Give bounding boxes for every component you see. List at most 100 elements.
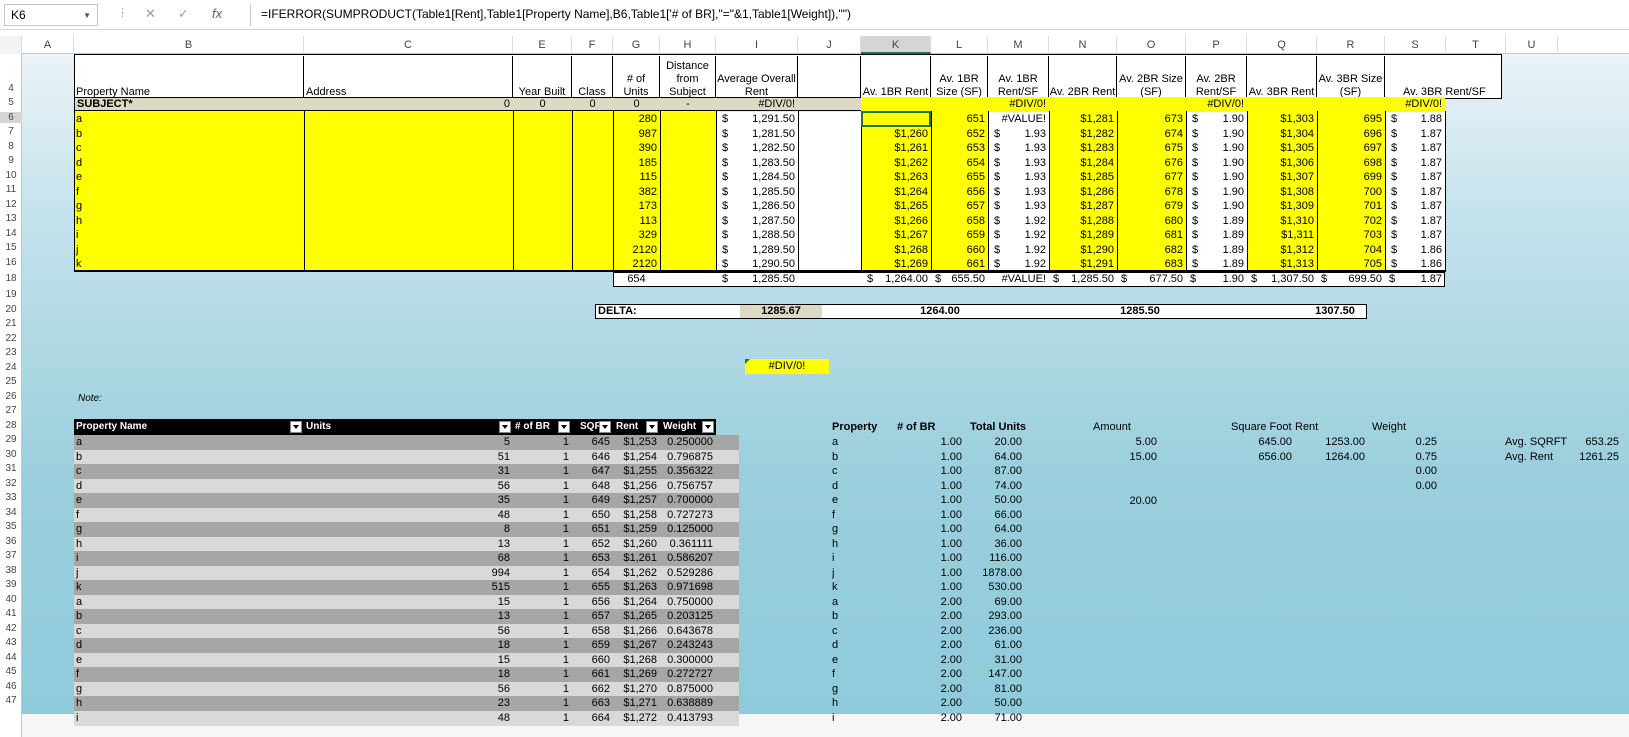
table1-cell[interactable]: j [74, 566, 304, 581]
comp-cell-empty[interactable] [572, 112, 613, 127]
pivot-cell[interactable]: 2.00 [890, 653, 965, 668]
subject-3br-rent-sf[interactable]: #DIV/0! [1385, 97, 1445, 112]
header-units[interactable]: # of Units [613, 56, 660, 99]
table1-cell[interactable]: d [74, 479, 304, 494]
comp-cell-empty[interactable] [572, 170, 613, 185]
comp-cell-r[interactable]: 700 [1317, 184, 1385, 199]
pivot-cell[interactable]: 36.00 [960, 537, 1025, 552]
table1-cell[interactable]: 0.356322 [660, 464, 716, 479]
column-header[interactable]: P [1186, 36, 1247, 54]
calc-weight[interactable]: 0.25 [1380, 435, 1440, 450]
table1-cell[interactable]: i [74, 711, 304, 726]
comp-cell-o[interactable]: 679 [1117, 199, 1186, 214]
comp-cell-empty[interactable] [660, 141, 716, 156]
pivot-cell[interactable]: f [832, 667, 882, 682]
row-header[interactable]: 11 [0, 184, 22, 195]
table1-cell[interactable]: $1,257 [613, 493, 660, 508]
table1-cell[interactable]: 662 [572, 682, 613, 697]
table1-cell[interactable]: 0.875000 [660, 682, 716, 697]
table1-cell[interactable]: 645 [572, 435, 613, 450]
comp-cell-l[interactable]: 653 [931, 141, 988, 156]
comp-cell-k[interactable]: $1,266 [861, 213, 931, 228]
subject-3br[interactable] [1247, 97, 1385, 112]
total-1br-rent-sf[interactable]: #VALUE! [988, 272, 1049, 287]
pivot-cell[interactable]: e [832, 653, 882, 668]
pivot-cell[interactable]: k [832, 580, 882, 595]
table1-cell[interactable]: $1,267 [613, 638, 660, 653]
filter-dropdown-icon[interactable] [646, 421, 658, 433]
table1-cell[interactable]: 664 [572, 711, 613, 726]
comp-cell-empty[interactable] [572, 184, 613, 199]
comp-cell-empty[interactable] [660, 199, 716, 214]
comp-cell-k[interactable]: $1,264 [861, 184, 931, 199]
pivot-cell[interactable]: 236.00 [960, 624, 1025, 639]
pivot-cell[interactable]: 61.00 [960, 638, 1025, 653]
table1-cell[interactable]: $1,259 [613, 522, 660, 537]
subject-distance[interactable]: - [660, 97, 716, 112]
row-header[interactable]: 32 [0, 478, 22, 489]
calc-weight[interactable]: 0.75 [1380, 450, 1440, 465]
comp-cell-q[interactable]: $1,309 [1247, 199, 1317, 214]
table1-cell[interactable]: 0.203125 [660, 609, 716, 624]
column-header[interactable]: A [22, 36, 74, 54]
comp-cell-units[interactable]: 115 [613, 170, 660, 185]
pivot-cell[interactable]: 1.00 [890, 508, 965, 523]
pivot-cell[interactable]: 2.00 [890, 595, 965, 610]
subject-2br[interactable] [1049, 97, 1186, 112]
filter-dropdown-icon[interactable] [599, 421, 611, 433]
comp-cell-empty[interactable] [513, 242, 572, 257]
table1-cell[interactable]: 56 [304, 624, 513, 639]
pivot-cell[interactable]: b [832, 450, 882, 465]
comp-cell-n[interactable]: $1,288 [1049, 213, 1117, 228]
table1-cell[interactable]: 661 [572, 667, 613, 682]
calc-header-amount[interactable]: Amount [1093, 420, 1153, 435]
pivot-cell[interactable]: 64.00 [960, 450, 1025, 465]
table1-cell[interactable]: 1 [513, 711, 572, 726]
table1-cell[interactable]: 56 [304, 682, 513, 697]
row-header[interactable]: 28 [0, 420, 22, 431]
table1-header-units[interactable]: Units [304, 419, 513, 435]
pivot-cell[interactable]: 81.00 [960, 682, 1025, 697]
table1-cell[interactable]: 0.586207 [660, 551, 716, 566]
table1-cell[interactable]: 653 [572, 551, 613, 566]
table1-cell[interactable]: a [74, 435, 304, 450]
table1-cell[interactable]: 48 [304, 508, 513, 523]
calc-amount[interactable]: 20.00 [1093, 494, 1160, 509]
pivot-header-br[interactable]: # of BR [897, 420, 957, 435]
comp-cell-n[interactable]: $1,289 [1049, 228, 1117, 243]
pivot-cell[interactable]: 1.00 [890, 450, 965, 465]
pivot-cell[interactable]: d [832, 638, 882, 653]
pivot-cell[interactable]: 1.00 [890, 537, 965, 552]
row-header[interactable]: 41 [0, 608, 22, 619]
subject-name[interactable]: SUBJECT* [75, 97, 304, 112]
table1-cell[interactable]: k [74, 580, 304, 595]
total-3br-size[interactable]: 699.50 [1317, 272, 1385, 287]
comp-cell-n[interactable]: $1,283 [1049, 141, 1117, 156]
comp-cell-name[interactable]: a [74, 112, 304, 127]
table1-cell[interactable]: 0.643678 [660, 624, 716, 639]
comp-cell-empty[interactable] [660, 228, 716, 243]
comp-cell-empty[interactable] [798, 242, 861, 257]
table1-cell[interactable]: 15 [304, 653, 513, 668]
row-header[interactable]: 35 [0, 521, 22, 532]
table1-cell[interactable]: 1 [513, 479, 572, 494]
comp-cell-empty[interactable] [304, 112, 513, 127]
comp-cell-empty[interactable] [513, 184, 572, 199]
table1-cell[interactable]: 1 [513, 638, 572, 653]
pivot-cell[interactable]: 2.00 [890, 696, 965, 711]
column-header[interactable]: F [572, 36, 613, 54]
table1-cell[interactable]: 0.700000 [660, 493, 716, 508]
comp-cell-empty[interactable] [798, 228, 861, 243]
row-header[interactable]: 10 [0, 170, 22, 181]
pivot-cell[interactable]: c [832, 464, 882, 479]
row-header[interactable]: 9 [0, 155, 22, 166]
table1-cell[interactable]: 650 [572, 508, 613, 523]
comp-cell-k[interactable]: $1,263 [861, 170, 931, 185]
comp-cell-o[interactable]: 678 [1117, 184, 1186, 199]
subject-1br-rent-sf[interactable]: #DIV/0! [988, 97, 1049, 112]
comp-cell-empty[interactable] [513, 155, 572, 170]
comp-cell-l[interactable]: 657 [931, 199, 988, 214]
table1-cell[interactable]: 0.125000 [660, 522, 716, 537]
table1-cell[interactable]: 1 [513, 624, 572, 639]
pivot-cell[interactable]: 64.00 [960, 522, 1025, 537]
